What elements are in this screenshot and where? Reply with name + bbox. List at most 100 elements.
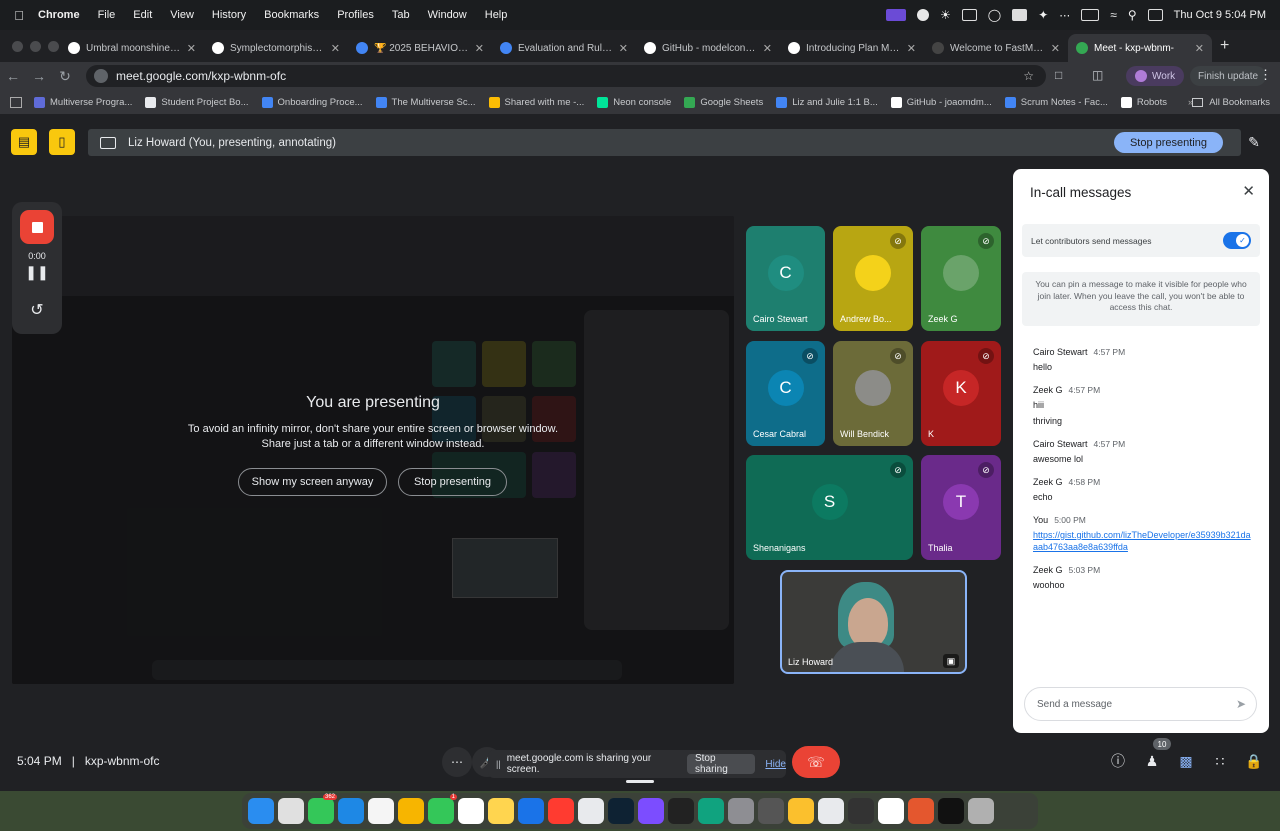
menu-history[interactable]: History xyxy=(212,9,246,21)
menu-view[interactable]: View xyxy=(170,9,194,21)
drag-handle-icon[interactable]: || xyxy=(496,759,501,769)
clock-icon[interactable]: ◯ xyxy=(988,8,1001,22)
menubar-datetime[interactable]: Thu Oct 9 5:04 PM xyxy=(1174,9,1266,21)
battery-icon[interactable] xyxy=(1081,9,1100,21)
sublime-icon[interactable] xyxy=(758,798,784,824)
menu-file[interactable]: File xyxy=(98,9,116,21)
menu-edit[interactable]: Edit xyxy=(133,9,152,21)
browser-tab[interactable]: GitHub - modelcontextp ✕ xyxy=(636,34,780,62)
participant-tile[interactable]: Andrew Bo... ⊘ xyxy=(833,226,913,331)
send-icon[interactable]: ➤ xyxy=(1236,697,1246,711)
close-tab-icon[interactable]: ✕ xyxy=(763,42,772,55)
host-controls-icon[interactable]: 🔒 xyxy=(1243,750,1265,772)
profile-button[interactable]: Work xyxy=(1126,66,1185,86)
freeform-icon[interactable] xyxy=(368,798,394,824)
brightness-icon[interactable]: ☀ xyxy=(940,8,951,22)
close-tab-icon[interactable]: ✕ xyxy=(1051,42,1060,55)
participant-tile[interactable]: Zeek G ⊘ xyxy=(921,226,1001,331)
bookmark-item[interactable]: Multiverse Progra... xyxy=(34,96,132,108)
openai-icon[interactable] xyxy=(818,798,844,824)
bookmark-item[interactable]: The Multiverse Sc... xyxy=(375,96,476,108)
close-tab-icon[interactable]: ✕ xyxy=(907,42,916,55)
launchpad-icon[interactable] xyxy=(278,798,304,824)
contributors-toggle-switch[interactable]: ✓ xyxy=(1223,232,1251,249)
browser-tab[interactable]: Meet - kxp-wbnm- ✕ xyxy=(1068,34,1212,62)
browser-tab[interactable]: Symplectomorphism - ✕ xyxy=(204,34,348,62)
control-center-icon[interactable] xyxy=(1147,9,1163,21)
stop-presenting-button[interactable]: Stop presenting xyxy=(398,468,507,496)
reminders-icon[interactable] xyxy=(458,798,484,824)
bee-icon[interactable] xyxy=(788,798,814,824)
screen-share-status-icon[interactable] xyxy=(886,9,907,21)
send-message-input[interactable]: Send a message ➤ xyxy=(1024,687,1257,721)
close-tab-icon[interactable]: ✕ xyxy=(1195,42,1204,55)
bookmark-item[interactable]: Shared with me -... xyxy=(488,96,584,108)
side-panel-icon[interactable]: ◫ xyxy=(1092,68,1103,82)
dots-icon[interactable]: ⋯ xyxy=(1059,9,1070,22)
notes-icon[interactable] xyxy=(488,798,514,824)
bookmark-item[interactable]: Neon console xyxy=(597,96,671,108)
safari-icon[interactable] xyxy=(338,798,364,824)
stop-presenting-top-button[interactable]: Stop presenting xyxy=(1113,132,1223,153)
app-store-icon[interactable] xyxy=(518,798,544,824)
chrome-menu-icon[interactable]: ⋮ xyxy=(1259,67,1272,83)
bookmark-item[interactable]: Scrum Notes - Fac... xyxy=(1004,96,1108,108)
participant-tile[interactable]: C Cairo Stewart xyxy=(746,226,825,331)
menu-profiles[interactable]: Profiles xyxy=(337,9,374,21)
maximize-window-button[interactable] xyxy=(48,40,59,52)
photos-icon[interactable] xyxy=(398,798,424,824)
end-call-button[interactable]: ☏ xyxy=(792,746,840,778)
close-tab-icon[interactable]: ✕ xyxy=(187,42,196,55)
apps-icon[interactable] xyxy=(10,96,22,108)
app-status-icon[interactable] xyxy=(1012,9,1028,21)
bookmark-item[interactable]: Onboarding Proce... xyxy=(261,96,363,108)
crop-icon[interactable]: ▣ xyxy=(943,654,959,668)
browser-tab[interactable]: Welcome to FastMCP 2 ✕ xyxy=(924,34,1068,62)
participant-tile[interactable]: S Shenanigans ⊘ xyxy=(746,455,913,560)
browser-tab[interactable]: Umbral moonshine - W ✕ xyxy=(60,34,204,62)
participant-tile[interactable]: T Thalia ⊘ xyxy=(921,455,1001,560)
browser-tab[interactable]: Introducing Plan Mode ✕ xyxy=(780,34,924,62)
people-icon[interactable]: ♟ xyxy=(1141,750,1163,772)
annotation-toggle-icon[interactable]: ▤ xyxy=(11,129,37,155)
menu-help[interactable]: Help xyxy=(485,9,508,21)
menu-app-name[interactable]: Chrome xyxy=(38,9,80,21)
bookmark-item[interactable]: Google Sheets xyxy=(684,96,763,108)
new-tab-button[interactable]: + xyxy=(1220,37,1229,55)
trash-icon[interactable] xyxy=(968,798,994,824)
stop-recording-button[interactable] xyxy=(20,210,54,244)
pen-icon[interactable]: ✎ xyxy=(1241,129,1267,156)
participant-tile[interactable]: C Cesar Cabral ⊘ xyxy=(746,341,825,446)
menu-tab[interactable]: Tab xyxy=(392,9,410,21)
messages-icon[interactable]: 362 xyxy=(308,794,337,824)
search-icon[interactable]: ⚲ xyxy=(1128,8,1137,22)
minimize-window-button[interactable] xyxy=(30,40,41,52)
close-window-button[interactable] xyxy=(12,40,23,52)
bookmark-item[interactable]: Student Project Bo... xyxy=(145,96,249,108)
shield-icon[interactable] xyxy=(917,9,930,21)
address-bar[interactable]: meet.google.com/kxp-wbnm-ofc ☆ xyxy=(86,65,1046,87)
bookmark-item[interactable]: Robots xyxy=(1120,96,1167,108)
participant-tile[interactable]: K K ⊘ xyxy=(921,341,1001,446)
meeting-details-icon[interactable]: ⓘ xyxy=(1107,750,1129,772)
claude-icon[interactable] xyxy=(908,798,934,824)
stop-sharing-button[interactable]: Stop sharing xyxy=(686,753,756,775)
sparkle-icon[interactable]: ✦ xyxy=(1038,8,1048,22)
wifi-icon[interactable]: ≈ xyxy=(1110,8,1117,22)
self-view-tile[interactable]: Liz Howard ▣ xyxy=(780,570,967,674)
restart-icon[interactable]: ↺ xyxy=(12,300,62,320)
warp-icon[interactable] xyxy=(608,798,634,824)
textedit-icon[interactable] xyxy=(878,798,904,824)
browser-tab[interactable]: Evaluation and Rules - ✕ xyxy=(492,34,636,62)
pause-icon[interactable]: ❚❚ xyxy=(12,264,62,281)
finish-update-button[interactable]: Finish update xyxy=(1190,66,1267,86)
chatgpt-icon[interactable] xyxy=(698,798,724,824)
activities-icon[interactable]: ∷ xyxy=(1209,750,1231,772)
close-icon[interactable]: ✕ xyxy=(1242,182,1255,200)
presentation-layout-icon[interactable]: ▯ xyxy=(49,129,75,155)
system-settings-icon[interactable] xyxy=(728,798,754,824)
chart-icon[interactable] xyxy=(961,9,977,21)
bookmark-item[interactable]: GitHub - joaomdm... xyxy=(890,96,992,108)
close-tab-icon[interactable]: ✕ xyxy=(619,42,628,55)
hide-sharing-bar-link[interactable]: Hide xyxy=(765,759,786,770)
